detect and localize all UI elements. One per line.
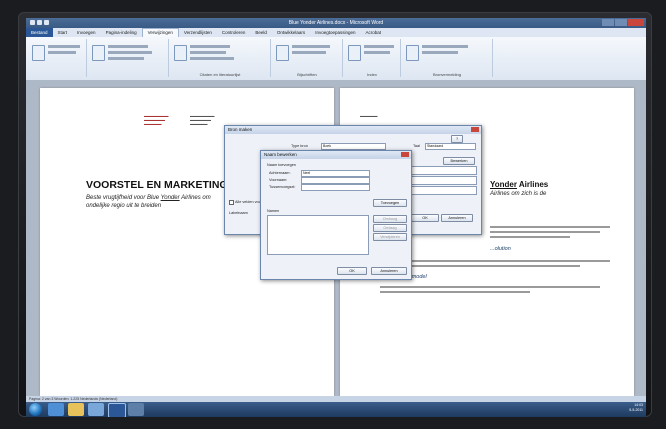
right-page-subtitle: Airlines om zich is de [490,191,547,197]
taskbar: 14:03 5-5-2011 [26,402,646,417]
tab-acrobat[interactable]: Acrobat [360,28,386,37]
tab-ontwikkelaars[interactable]: Ontwikkelaars [272,28,310,37]
ribbon: Citaten en literatuurlijst Bijschriften … [26,37,646,81]
cancel-button[interactable]: Annuleren [371,267,407,275]
first-name-field[interactable] [301,177,370,184]
language-select[interactable]: Standaard [425,143,476,150]
tab-verwijzingen[interactable]: Verwijzingen [141,28,179,37]
ok-button[interactable]: OK [411,214,439,222]
table-of-contents-icon[interactable] [32,45,45,61]
title-bar: Blue Yonder Airlines.docx - Microsoft Wo… [26,18,646,28]
last-name-label: Achternaam: [269,171,291,175]
dialog-title: Naam bewerken [261,151,411,159]
ribbon-group-label: Index [367,72,377,77]
field-box[interactable] [411,166,477,175]
app-taskbar-icon[interactable] [128,403,144,416]
tab-invoegen[interactable]: Invoegen [72,28,101,37]
ribbon-group-bronvermelding: Bronvermelding [402,39,493,77]
ribbon-group-label: Bijschriften [297,72,317,77]
language-label: Taal [413,144,420,148]
names-list[interactable] [267,215,369,255]
delete-button[interactable]: Verwijderen [373,233,407,241]
page-header-text: ▬▬▬▬▬ [360,114,378,118]
tab-start[interactable]: Start [53,28,73,37]
first-name-label: Voornaam: [269,178,288,182]
edit-name-dialog: Naam bewerken Naam toevoegen Achternaam:… [260,150,412,280]
ribbon-group-voetnoten [88,39,169,77]
add-button[interactable]: Toevoegen [373,199,407,207]
maximize-button[interactable] [615,19,627,26]
system-clock[interactable]: 14:03 5-5-2011 [629,403,643,413]
help-button[interactable]: ? [451,135,463,143]
close-button[interactable] [628,19,644,26]
ribbon-group-label: Citaten en literatuurlijst [199,72,241,77]
window-controls [602,19,644,26]
status-text: Pagina: 2 van 3 Woorden: 1.225 Nederland… [29,397,118,401]
screen: Blue Yonder Airlines.docx - Microsoft Wo… [26,18,646,417]
internet-explorer-icon[interactable] [48,403,64,416]
ribbon-group-label: Bronvermelding [432,72,461,77]
window-title: Blue Yonder Airlines.docx - Microsoft Wo… [288,20,384,26]
dialog-close-icon[interactable] [401,152,409,157]
insert-citation-icon[interactable] [174,45,187,61]
sender-address: ▬▬▬▬▬▬▬ ▬▬▬▬▬▬ ▬▬▬▬▬ [144,114,169,126]
dialog-title: Bron maken [225,126,481,134]
show-all-fields-checkbox[interactable] [229,200,234,205]
move-up-button[interactable]: Omhoog [373,215,407,223]
mark-citation-icon[interactable] [406,45,419,61]
tab-verzendlijsten[interactable]: Verzendlijsten [179,28,217,37]
add-name-label: Naam toevoegen [267,163,296,167]
tab-pagina-indeling[interactable]: Pagina-indeling [101,28,142,37]
ribbon-tabs: Bestand Start Invoegen Pagina-indeling V… [26,28,646,37]
dialog-close-icon[interactable] [471,127,479,132]
tab-beeld[interactable]: Beeld [250,28,272,37]
field-box[interactable] [411,186,477,195]
source-type-select[interactable]: Boek [321,143,386,150]
middle-name-label: Tussenvoegsel: [269,185,296,189]
names-label: Namen [267,209,280,213]
ok-button[interactable]: OK [337,267,367,275]
right-page-heading: Yonder Airlines [490,180,549,189]
left-page-heading: VOORSTEL EN MARKETING [86,179,228,191]
cancel-button[interactable]: Annuleren [441,214,473,222]
footnote-icon[interactable] [92,45,105,61]
source-type-label: Type bron [291,144,308,148]
last-name-field[interactable]: Neel [301,170,370,177]
document-area: ▬▬▬▬▬▬▬ ▬▬▬▬▬▬ ▬▬▬▬▬ ▬▬▬▬▬▬▬ ▬▬▬▬▬▬ ▬▬▬▬▬ VO… [26,80,646,396]
section-heading-1: ...olution [490,246,511,252]
word-taskbar-icon[interactable] [108,403,126,417]
ribbon-group-inhoudsopgave [28,39,87,77]
ribbon-group-index: Index [344,39,401,77]
edit-button[interactable]: Bewerken [443,157,475,165]
insert-caption-icon[interactable] [276,45,289,61]
tab-bestand[interactable]: Bestand [26,28,53,37]
tab-controleren[interactable]: Controleren [217,28,251,37]
minimize-button[interactable] [602,19,614,26]
ribbon-group-bijschriften: Bijschriften [272,39,343,77]
explorer-folder-icon[interactable] [68,403,84,416]
mark-entry-icon[interactable] [348,45,361,61]
media-player-icon[interactable] [88,403,104,416]
tab-invoegtoepassingen[interactable]: Invoegtoepassingen [310,28,360,37]
move-down-button[interactable]: Omlaag [373,224,407,232]
tag-name-label: Labelnaam [229,211,248,215]
start-button-icon[interactable] [29,403,42,416]
ribbon-group-citaten: Citaten en literatuurlijst [170,39,271,77]
field-box[interactable] [411,176,477,185]
clock-date: 5-5-2011 [629,408,643,412]
middle-name-field[interactable] [301,184,370,191]
